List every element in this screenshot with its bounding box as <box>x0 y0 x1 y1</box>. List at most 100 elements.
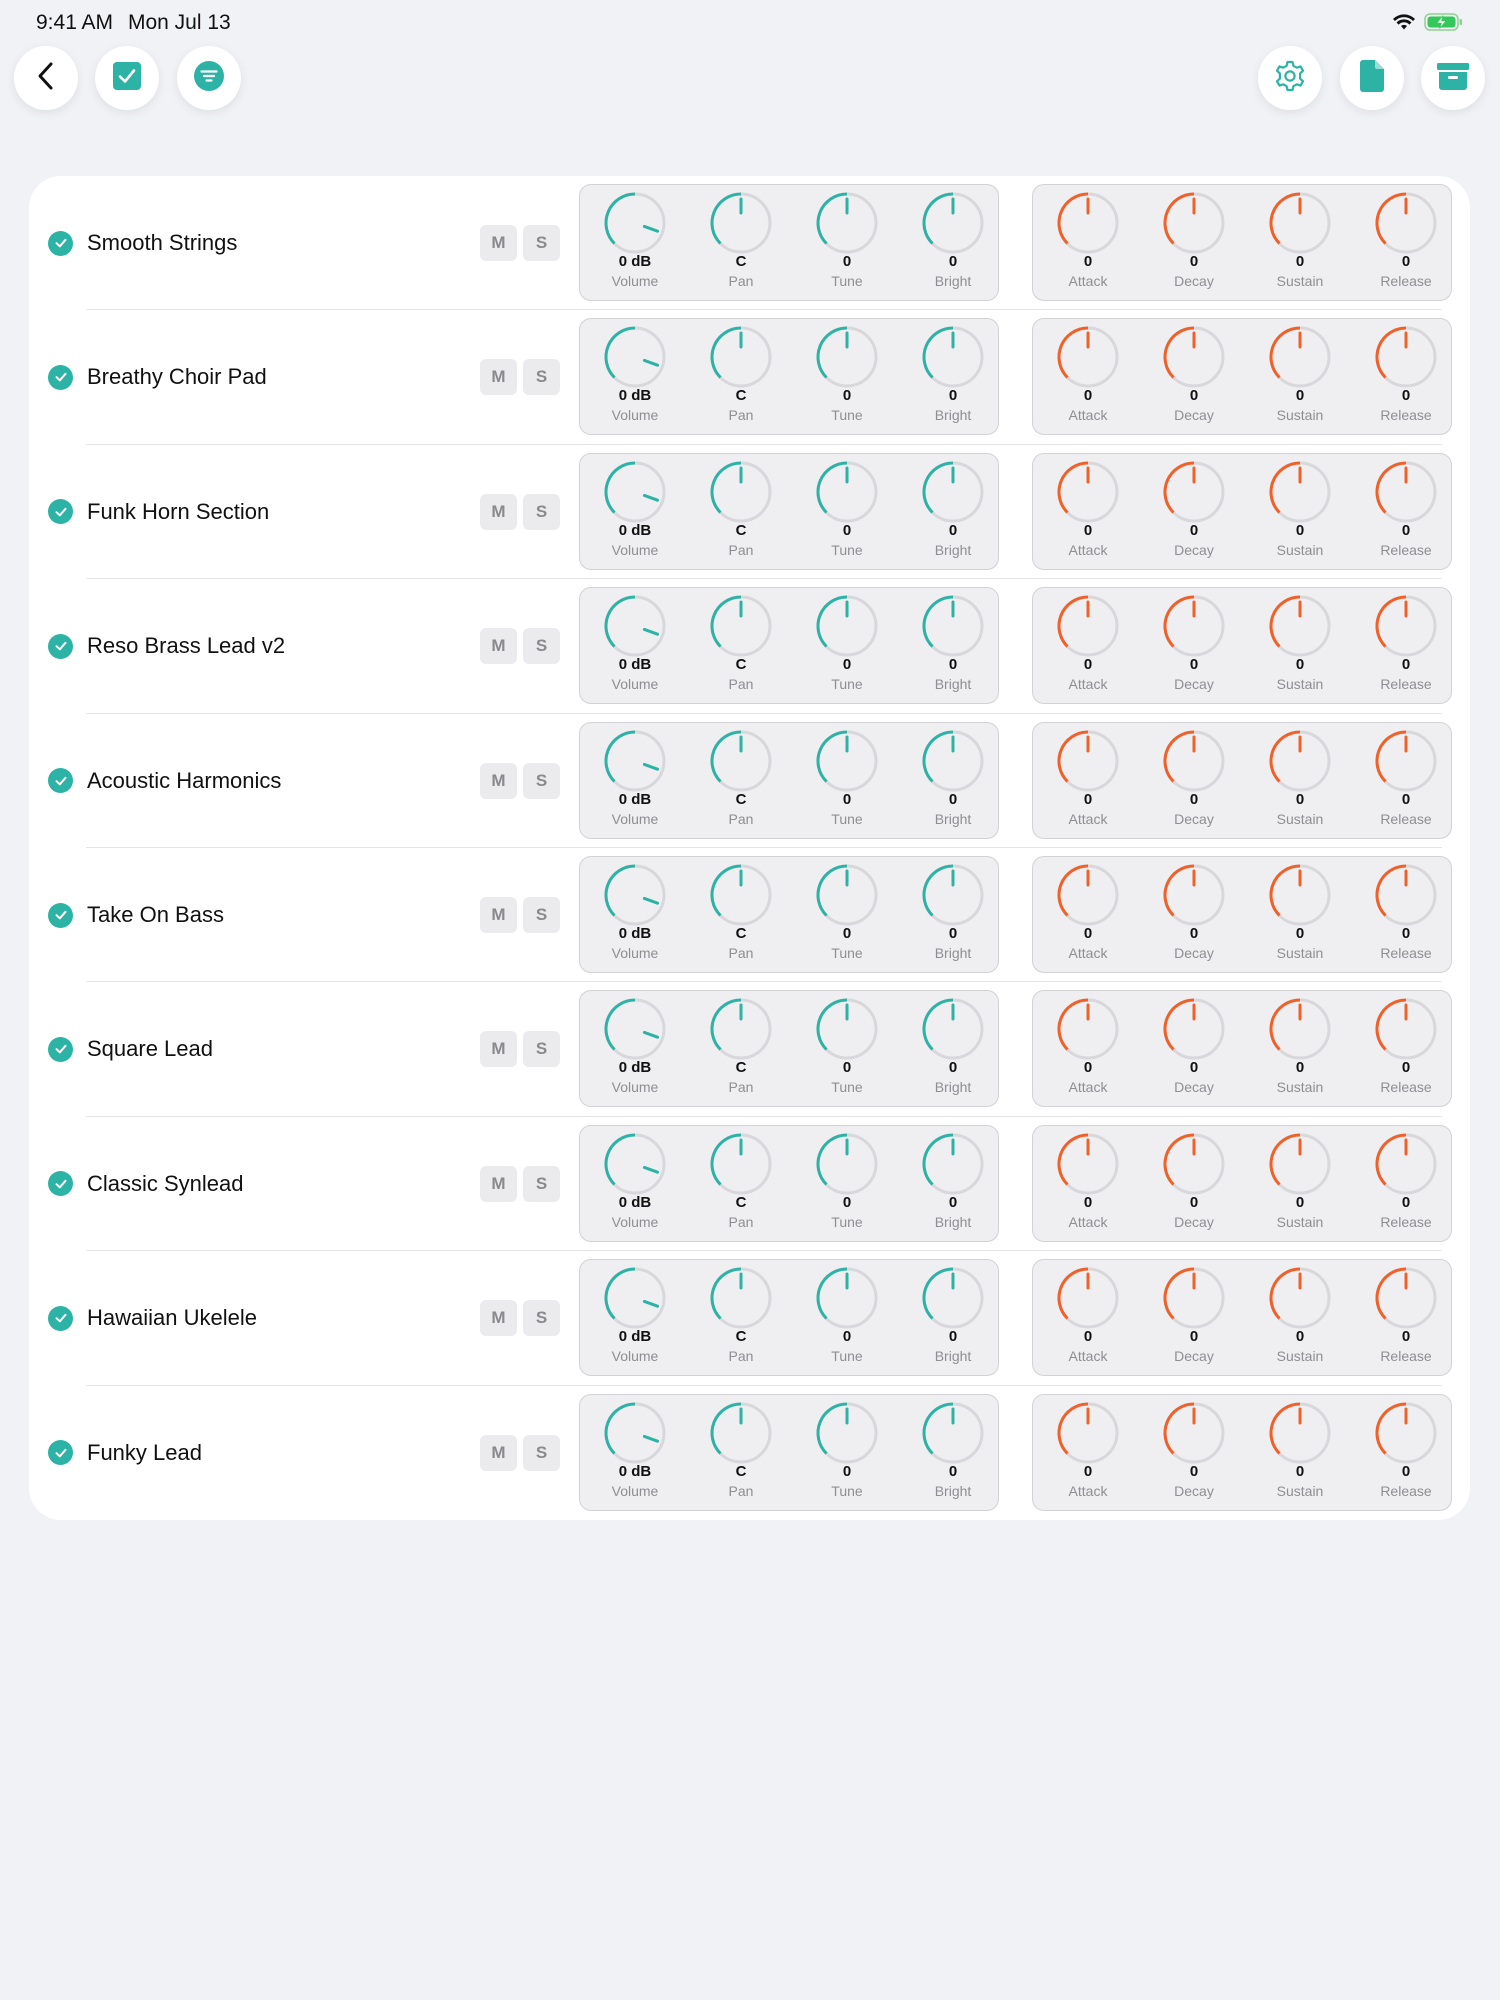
knob-volume[interactable]: 0 dB Volume <box>582 592 688 700</box>
knob-decay[interactable]: 0 Decay <box>1141 1130 1247 1238</box>
knob-attack[interactable]: 0 Attack <box>1035 1130 1141 1238</box>
knob-sustain[interactable]: 0 Sustain <box>1247 189 1353 297</box>
knob-sustain[interactable]: 0 Sustain <box>1247 323 1353 431</box>
track-enabled-checkbox[interactable] <box>48 364 73 390</box>
mute-button[interactable]: M <box>480 493 517 530</box>
knob-pan[interactable]: C Pan <box>688 1399 794 1507</box>
knob-bright[interactable]: 0 Bright <box>900 861 1006 969</box>
solo-button[interactable]: S <box>523 225 560 261</box>
knob-attack[interactable]: 0 Attack <box>1035 592 1141 700</box>
knob-bright[interactable]: 0 Bright <box>900 189 1006 297</box>
track-enabled-checkbox[interactable] <box>48 1036 73 1062</box>
knob-volume[interactable]: 0 dB Volume <box>582 995 688 1103</box>
track-enabled-checkbox[interactable] <box>48 1305 73 1331</box>
knob-sustain[interactable]: 0 Sustain <box>1247 1130 1353 1238</box>
knob-decay[interactable]: 0 Decay <box>1141 189 1247 297</box>
track-enabled-checkbox[interactable] <box>48 768 73 794</box>
knob-sustain[interactable]: 0 Sustain <box>1247 1264 1353 1372</box>
knob-bright[interactable]: 0 Bright <box>900 592 1006 700</box>
knob-decay[interactable]: 0 Decay <box>1141 995 1247 1103</box>
knob-volume[interactable]: 0 dB Volume <box>582 1264 688 1372</box>
knob-attack[interactable]: 0 Attack <box>1035 458 1141 566</box>
solo-button[interactable]: S <box>523 1300 560 1337</box>
knob-bright[interactable]: 0 Bright <box>900 1264 1006 1372</box>
knob-pan[interactable]: C Pan <box>688 323 794 431</box>
knob-decay[interactable]: 0 Decay <box>1141 861 1247 969</box>
solo-button[interactable]: S <box>523 1165 560 1202</box>
track-enabled-checkbox[interactable] <box>48 633 73 659</box>
knob-bright[interactable]: 0 Bright <box>900 1399 1006 1507</box>
knob-volume[interactable]: 0 dB Volume <box>582 1399 688 1507</box>
filter-button[interactable] <box>177 46 241 110</box>
knob-decay[interactable]: 0 Decay <box>1141 323 1247 431</box>
mute-button[interactable]: M <box>480 1434 517 1471</box>
knob-release[interactable]: 0 Release <box>1353 1130 1459 1238</box>
knob-attack[interactable]: 0 Attack <box>1035 861 1141 969</box>
mute-button[interactable]: M <box>480 1300 517 1337</box>
mute-button[interactable]: M <box>480 1165 517 1202</box>
knob-sustain[interactable]: 0 Sustain <box>1247 458 1353 566</box>
solo-button[interactable]: S <box>523 762 560 799</box>
knob-release[interactable]: 0 Release <box>1353 323 1459 431</box>
track-enabled-checkbox[interactable] <box>48 902 73 928</box>
mute-button[interactable]: M <box>480 628 517 665</box>
knob-decay[interactable]: 0 Decay <box>1141 727 1247 835</box>
mute-button[interactable]: M <box>480 762 517 799</box>
knob-attack[interactable]: 0 Attack <box>1035 189 1141 297</box>
knob-sustain[interactable]: 0 Sustain <box>1247 592 1353 700</box>
knob-decay[interactable]: 0 Decay <box>1141 592 1247 700</box>
knob-release[interactable]: 0 Release <box>1353 727 1459 835</box>
knob-pan[interactable]: C Pan <box>688 458 794 566</box>
knob-bright[interactable]: 0 Bright <box>900 323 1006 431</box>
knob-release[interactable]: 0 Release <box>1353 592 1459 700</box>
knob-bright[interactable]: 0 Bright <box>900 458 1006 566</box>
knob-pan[interactable]: C Pan <box>688 861 794 969</box>
knob-bright[interactable]: 0 Bright <box>900 995 1006 1103</box>
knob-release[interactable]: 0 Release <box>1353 995 1459 1103</box>
mute-button[interactable]: M <box>480 1031 517 1068</box>
solo-button[interactable]: S <box>523 493 560 530</box>
knob-tune[interactable]: 0 Tune <box>794 323 900 431</box>
knob-decay[interactable]: 0 Decay <box>1141 1264 1247 1372</box>
knob-attack[interactable]: 0 Attack <box>1035 1399 1141 1507</box>
knob-tune[interactable]: 0 Tune <box>794 727 900 835</box>
knob-sustain[interactable]: 0 Sustain <box>1247 1399 1353 1507</box>
track-enabled-checkbox[interactable] <box>48 230 73 256</box>
knob-sustain[interactable]: 0 Sustain <box>1247 995 1353 1103</box>
knob-release[interactable]: 0 Release <box>1353 1399 1459 1507</box>
knob-tune[interactable]: 0 Tune <box>794 1264 900 1372</box>
knob-tune[interactable]: 0 Tune <box>794 995 900 1103</box>
knob-sustain[interactable]: 0 Sustain <box>1247 861 1353 969</box>
mute-button[interactable]: M <box>480 897 517 933</box>
knob-decay[interactable]: 0 Decay <box>1141 458 1247 566</box>
knob-pan[interactable]: C Pan <box>688 1130 794 1238</box>
knob-pan[interactable]: C Pan <box>688 727 794 835</box>
knob-release[interactable]: 0 Release <box>1353 861 1459 969</box>
knob-volume[interactable]: 0 dB Volume <box>582 861 688 969</box>
knob-pan[interactable]: C Pan <box>688 592 794 700</box>
knob-release[interactable]: 0 Release <box>1353 458 1459 566</box>
back-button[interactable] <box>14 46 78 110</box>
knob-volume[interactable]: 0 dB Volume <box>582 458 688 566</box>
track-enabled-checkbox[interactable] <box>48 499 73 525</box>
track-enabled-checkbox[interactable] <box>48 1440 73 1466</box>
knob-volume[interactable]: 0 dB Volume <box>582 323 688 431</box>
knob-volume[interactable]: 0 dB Volume <box>582 189 688 297</box>
knob-attack[interactable]: 0 Attack <box>1035 1264 1141 1372</box>
mute-button[interactable]: M <box>480 359 517 396</box>
solo-button[interactable]: S <box>523 359 560 396</box>
knob-tune[interactable]: 0 Tune <box>794 189 900 297</box>
knob-decay[interactable]: 0 Decay <box>1141 1399 1247 1507</box>
knob-tune[interactable]: 0 Tune <box>794 1130 900 1238</box>
knob-attack[interactable]: 0 Attack <box>1035 727 1141 835</box>
settings-button[interactable] <box>1258 46 1322 110</box>
solo-button[interactable]: S <box>523 897 560 933</box>
knob-volume[interactable]: 0 dB Volume <box>582 727 688 835</box>
solo-button[interactable]: S <box>523 1031 560 1068</box>
select-all-button[interactable] <box>95 46 159 110</box>
knob-release[interactable]: 0 Release <box>1353 189 1459 297</box>
knob-attack[interactable]: 0 Attack <box>1035 323 1141 431</box>
knob-bright[interactable]: 0 Bright <box>900 1130 1006 1238</box>
knob-attack[interactable]: 0 Attack <box>1035 995 1141 1103</box>
knob-tune[interactable]: 0 Tune <box>794 1399 900 1507</box>
